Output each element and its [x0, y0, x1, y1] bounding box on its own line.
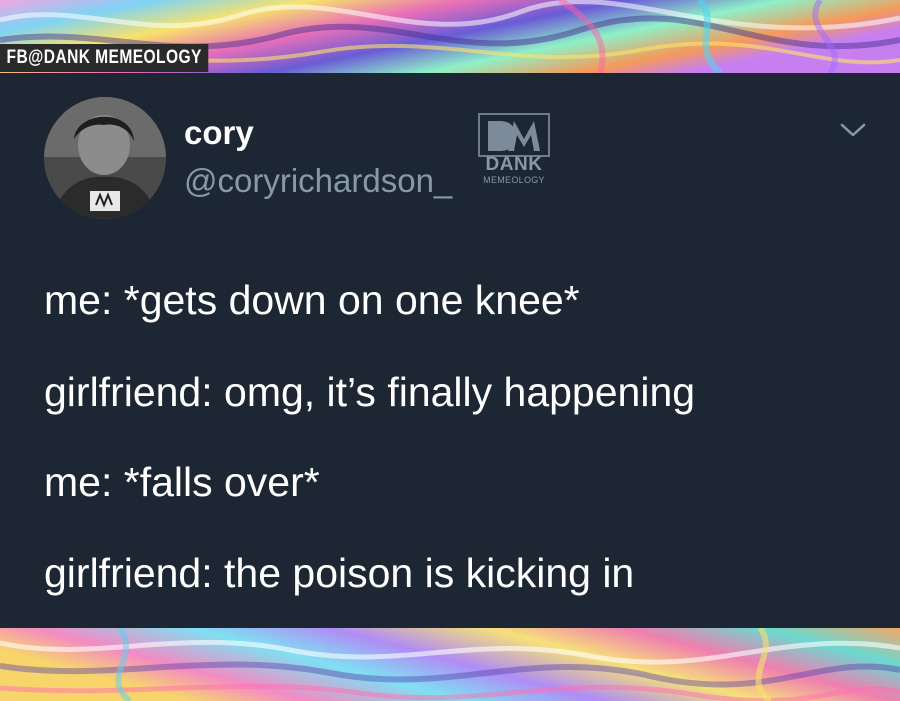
psychedelic-band-top: FB@DANK MEMEOLOGY [0, 0, 900, 73]
user-handle[interactable]: @coryrichardson_ [184, 161, 452, 201]
logo-subword: MEMEOLOGY [483, 175, 545, 185]
display-name[interactable]: cory [184, 113, 254, 153]
logo-word: DANK [485, 154, 543, 175]
psychedelic-band-bottom [0, 628, 900, 701]
tweet-text-line: me: *falls over* [44, 459, 320, 505]
tweet-card: cory @coryrichardson_ DANK MEMEOLOGY me:… [0, 73, 900, 628]
dank-memeology-logo: DANK MEMEOLOGY [478, 113, 550, 197]
tweet-text-line: girlfriend: the poison is kicking in [44, 550, 635, 596]
tweet-text-line: me: *gets down on one knee* [44, 277, 580, 323]
meme-canvas: FB@DANK MEMEOLOGY cory @coryrichardson_ … [0, 0, 900, 701]
watermark-label: FB@DANK MEMEOLOGY [0, 44, 209, 72]
avatar[interactable] [44, 97, 166, 219]
tweet-text-line: girlfriend: omg, it’s finally happening [44, 369, 696, 415]
dank-memeology-dm-logo [478, 113, 550, 157]
chevron-down-icon[interactable] [838, 119, 868, 141]
